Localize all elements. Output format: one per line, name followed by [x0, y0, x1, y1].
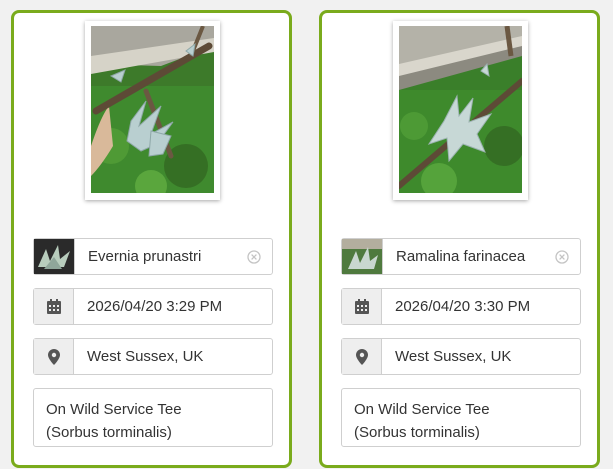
- observation-photo[interactable]: [393, 21, 528, 200]
- location-value: West Sussex, UK: [395, 348, 512, 365]
- observation-card-1: Evernia prunastri 2026/04/20 3:29 PM Wes…: [11, 10, 292, 468]
- species-field[interactable]: Ramalina farinacea: [341, 238, 581, 275]
- species-name: Ramalina farinacea: [396, 248, 526, 265]
- notes-textarea[interactable]: On Wild Service Tee (Sorbus torminalis): [341, 388, 581, 447]
- notes-textarea[interactable]: On Wild Service Tee (Sorbus torminalis): [33, 388, 273, 447]
- location-field[interactable]: West Sussex, UK: [33, 338, 273, 375]
- map-marker-icon[interactable]: [342, 339, 382, 374]
- datetime-value: 2026/04/20 3:30 PM: [395, 298, 531, 315]
- species-field[interactable]: Evernia prunastri: [33, 238, 273, 275]
- datetime-field[interactable]: 2026/04/20 3:29 PM: [33, 288, 273, 325]
- calendar-icon[interactable]: [342, 289, 382, 324]
- lichen-photo-ramalina: [399, 26, 522, 193]
- clear-circle-x-icon[interactable]: [246, 249, 262, 265]
- datetime-field[interactable]: 2026/04/20 3:30 PM: [341, 288, 581, 325]
- species-thumbnail: [342, 239, 383, 274]
- location-field[interactable]: West Sussex, UK: [341, 338, 581, 375]
- observation-card-2: Ramalina farinacea 2026/04/20 3:30 PM We…: [319, 10, 600, 468]
- lichen-photo-evernia: [91, 26, 214, 193]
- location-value: West Sussex, UK: [87, 348, 204, 365]
- map-marker-icon[interactable]: [34, 339, 74, 374]
- species-thumbnail: [34, 239, 75, 274]
- clear-circle-x-icon[interactable]: [554, 249, 570, 265]
- species-name: Evernia prunastri: [88, 248, 202, 265]
- observation-photo[interactable]: [85, 21, 220, 200]
- calendar-icon[interactable]: [34, 289, 74, 324]
- datetime-value: 2026/04/20 3:29 PM: [87, 298, 223, 315]
